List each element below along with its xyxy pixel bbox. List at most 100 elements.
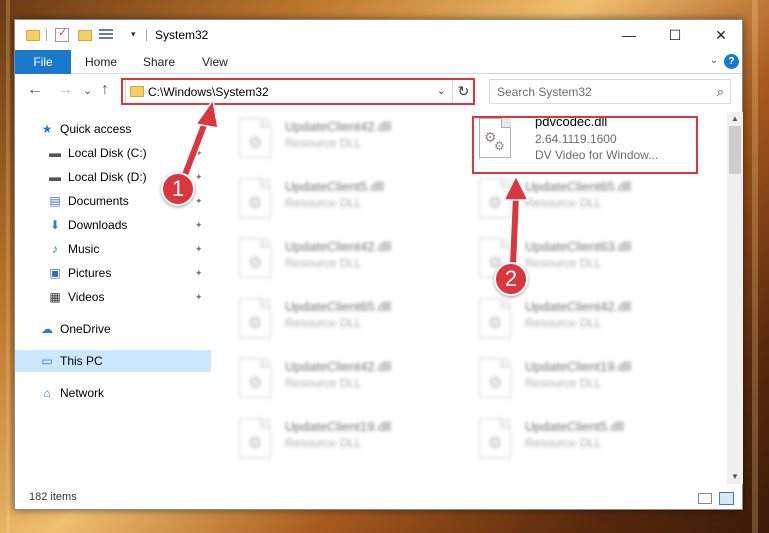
pin-icon[interactable]: ✦ bbox=[195, 172, 203, 183]
file-list: ⚙ UpdateClient42.dll Resource DLL ⚙ Upda… bbox=[225, 112, 725, 484]
file-type: Resource DLL bbox=[525, 196, 602, 210]
dll-file-icon: ⚙ bbox=[239, 418, 271, 458]
drive-icon: ▬ bbox=[49, 146, 61, 160]
file-type: Resource DLL bbox=[285, 376, 362, 390]
file-type: Resource DLL bbox=[285, 316, 362, 330]
sidebar-item-label: Quick access bbox=[60, 122, 132, 136]
scroll-up-icon[interactable]: ▲ bbox=[731, 114, 739, 123]
ribbon-expand-icon[interactable]: ⌄ bbox=[710, 55, 718, 66]
pin-icon[interactable]: ✦ bbox=[195, 196, 203, 207]
quick-access-dropdown-icon[interactable]: ▾ bbox=[131, 29, 136, 40]
search-input[interactable]: Search System32 ⌕ bbox=[489, 79, 731, 104]
sidebar-item-label: Music bbox=[68, 242, 100, 256]
sidebar-item-quick-access[interactable]: ★ Quick access bbox=[15, 118, 211, 140]
file-type: Resource DLL bbox=[525, 436, 602, 450]
file-item[interactable]: ⚙ UpdateClient5.dll Resource DLL bbox=[235, 172, 463, 230]
file-type: Resource DLL bbox=[525, 256, 602, 270]
sidebar-item-label: This PC bbox=[60, 354, 103, 368]
dll-file-icon: ⚙ bbox=[479, 298, 511, 338]
title-separator bbox=[146, 29, 147, 41]
sidebar-item-label: Local Disk (C:) bbox=[68, 146, 147, 160]
dll-file-icon: ⚙ bbox=[239, 238, 271, 278]
address-bar[interactable]: C:\Windows\System32 ⌄ ↻ bbox=[125, 79, 475, 104]
cloud-icon: ☁ bbox=[41, 322, 53, 336]
file-name: UpdateClient65.dll bbox=[285, 299, 392, 314]
up-button[interactable]: ↑ bbox=[101, 81, 109, 99]
address-path[interactable]: C:\Windows\System32 bbox=[148, 85, 269, 99]
tab-view[interactable]: View bbox=[202, 50, 228, 74]
file-item[interactable]: ⚙ UpdateClient42.dll Resource DLL bbox=[475, 292, 703, 350]
customize-toolbar-icon[interactable] bbox=[99, 29, 113, 41]
file-name: UpdateClient42.dll bbox=[285, 239, 392, 254]
address-history-chevron-icon[interactable]: ⌄ bbox=[437, 84, 446, 97]
sidebar-item-music[interactable]: ♪ Music ✦ bbox=[15, 238, 211, 260]
sidebar-item-network[interactable]: ⌂ Network bbox=[15, 382, 211, 404]
back-button[interactable]: ← bbox=[27, 81, 43, 99]
sidebar-item-label: OneDrive bbox=[60, 322, 111, 336]
file-type: Resource DLL bbox=[285, 436, 362, 450]
recent-locations-icon[interactable]: ⌄ bbox=[83, 84, 92, 97]
sidebar-item-local-disk-c[interactable]: ▬ Local Disk (C:) ✦ bbox=[15, 142, 211, 164]
file-name: UpdateClient42.dll bbox=[285, 359, 392, 374]
tab-file[interactable]: File bbox=[15, 50, 71, 74]
file-name: UpdateClient5.dll bbox=[285, 179, 385, 194]
drive-icon: ▬ bbox=[49, 170, 61, 184]
sidebar-item-label: Pictures bbox=[68, 266, 112, 280]
sidebar-item-pictures[interactable]: ▣ Pictures ✦ bbox=[15, 262, 211, 284]
file-item[interactable]: ⚙ UpdateClient19.dll Resource DLL bbox=[475, 352, 703, 410]
file-item[interactable]: ⚙ UpdateClient19.dll Resource DLL bbox=[235, 412, 463, 470]
file-item[interactable]: ⚙ UpdateClient5.dll Resource DLL bbox=[475, 412, 703, 470]
close-button[interactable]: ✕ bbox=[698, 20, 744, 50]
scroll-thumb[interactable] bbox=[729, 126, 741, 174]
star-icon: ★ bbox=[41, 122, 53, 136]
sidebar-item-videos[interactable]: ▦ Videos ✦ bbox=[15, 286, 211, 308]
pin-icon[interactable]: ✦ bbox=[195, 148, 203, 159]
explorer-window: ▾ System32 — ☐ ✕ File Home Share View ⌄ … bbox=[14, 19, 743, 510]
tab-share[interactable]: Share bbox=[143, 50, 175, 74]
pin-icon[interactable]: ✦ bbox=[195, 244, 203, 255]
properties-icon[interactable] bbox=[55, 26, 69, 42]
pin-icon[interactable]: ✦ bbox=[195, 268, 203, 279]
maximize-button[interactable]: ☐ bbox=[652, 20, 698, 50]
background-streak bbox=[6, 0, 10, 533]
search-icon[interactable]: ⌕ bbox=[717, 84, 724, 100]
toolbar-separator bbox=[46, 29, 47, 41]
file-version: 2.64.1119.1600 bbox=[535, 132, 617, 146]
sidebar-item-downloads[interactable]: ⬇ Downloads ✦ bbox=[15, 214, 211, 236]
file-item[interactable]: ⚙ UpdateClient42.dll Resource DLL bbox=[235, 232, 463, 290]
scroll-down-icon[interactable]: ▼ bbox=[731, 472, 739, 481]
file-item-pdvcodec[interactable]: ⚙ ⚙ pdvcodec.dll 2.64.1119.1600 DV Video … bbox=[475, 112, 703, 170]
file-item[interactable]: ⚙ UpdateClient65.dll Resource DLL bbox=[235, 292, 463, 350]
documents-icon: ▤ bbox=[49, 194, 61, 208]
dll-file-icon: ⚙ bbox=[479, 358, 511, 398]
pictures-icon: ▣ bbox=[49, 266, 61, 280]
file-item[interactable]: ⚙ UpdateClient42.dll Resource DLL bbox=[235, 112, 463, 170]
file-item[interactable]: ⚙ UpdateClient65.dll Resource DLL bbox=[475, 172, 703, 230]
dll-file-icon: ⚙ bbox=[479, 178, 511, 218]
minimize-button[interactable]: — bbox=[606, 20, 652, 50]
pin-icon[interactable]: ✦ bbox=[195, 292, 203, 303]
dll-file-icon: ⚙ bbox=[239, 298, 271, 338]
sidebar-item-onedrive[interactable]: ☁ OneDrive bbox=[15, 318, 211, 340]
new-folder-icon[interactable] bbox=[78, 30, 92, 41]
file-name: pdvcodec.dll bbox=[535, 114, 608, 129]
dll-file-icon: ⚙ bbox=[239, 118, 271, 158]
forward-button[interactable]: → bbox=[57, 81, 73, 99]
help-button[interactable]: ? bbox=[724, 54, 739, 69]
sidebar-item-this-pc[interactable]: ▭ This PC bbox=[15, 350, 211, 372]
large-icons-view-icon[interactable] bbox=[719, 492, 734, 505]
vertical-scrollbar[interactable]: ▲ ▼ bbox=[727, 112, 743, 484]
file-description: DV Video for Window... bbox=[535, 148, 659, 162]
refresh-button[interactable]: ↻ bbox=[452, 80, 474, 103]
file-name: UpdateClient42.dll bbox=[285, 119, 392, 134]
tab-home[interactable]: Home bbox=[85, 50, 117, 74]
window-title: System32 bbox=[155, 28, 209, 42]
details-view-icon[interactable] bbox=[698, 493, 712, 504]
pin-icon[interactable]: ✦ bbox=[195, 220, 203, 231]
file-name: UpdateClient19.dll bbox=[285, 419, 392, 434]
folder-icon bbox=[26, 30, 40, 41]
file-item[interactable]: ⚙ UpdateClient42.dll Resource DLL bbox=[235, 352, 463, 410]
status-bar: 182 items bbox=[15, 488, 742, 510]
step-marker-1: 1 bbox=[161, 172, 195, 206]
music-icon: ♪ bbox=[52, 242, 58, 256]
